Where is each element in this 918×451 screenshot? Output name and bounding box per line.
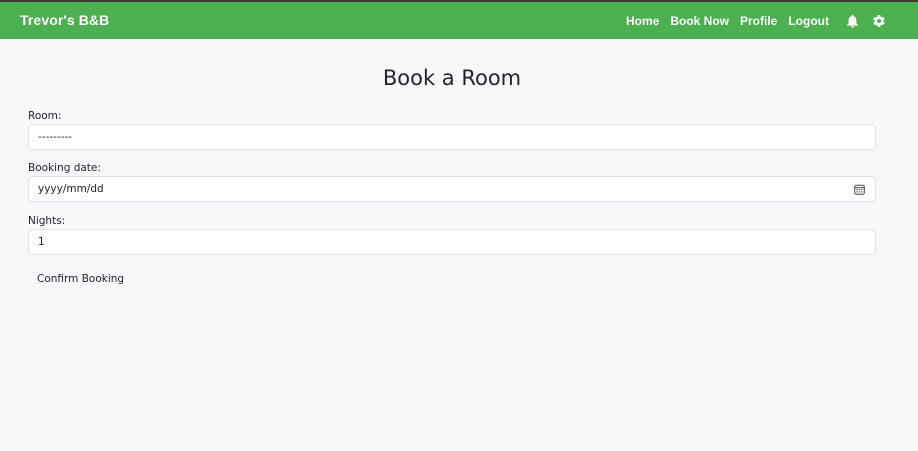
calendar-icon[interactable] — [854, 184, 865, 195]
nav-links: Home Book Now Profile Logout — [626, 13, 886, 29]
room-select[interactable]: --------- — [28, 124, 876, 150]
booking-date-label: Booking date: — [28, 162, 101, 174]
nights-input[interactable]: 1 — [28, 229, 876, 255]
room-label: Room: — [28, 110, 62, 122]
gear-icon[interactable] — [871, 14, 886, 29]
top-navbar: Trevor's B&B Home Book Now Profile Logou… — [0, 2, 918, 39]
page-title: Book a Room — [382, 66, 522, 90]
room-select-value: --------- — [38, 131, 73, 143]
nav-link-book-now[interactable]: Book Now — [670, 14, 729, 28]
booking-date-placeholder: yyyy/mm/dd — [38, 183, 104, 195]
nav-link-logout[interactable]: Logout — [788, 14, 829, 28]
brand-logo-link[interactable]: Trevor's B&B — [20, 12, 109, 28]
confirm-booking-button[interactable]: Confirm Booking — [28, 269, 133, 289]
nav-link-profile[interactable]: Profile — [740, 14, 777, 28]
nights-value: 1 — [38, 236, 45, 248]
booking-date-input[interactable]: yyyy/mm/dd — [28, 176, 876, 202]
bell-icon[interactable] — [845, 14, 860, 29]
nav-link-home[interactable]: Home — [626, 14, 659, 28]
nights-label: Nights: — [28, 215, 66, 227]
